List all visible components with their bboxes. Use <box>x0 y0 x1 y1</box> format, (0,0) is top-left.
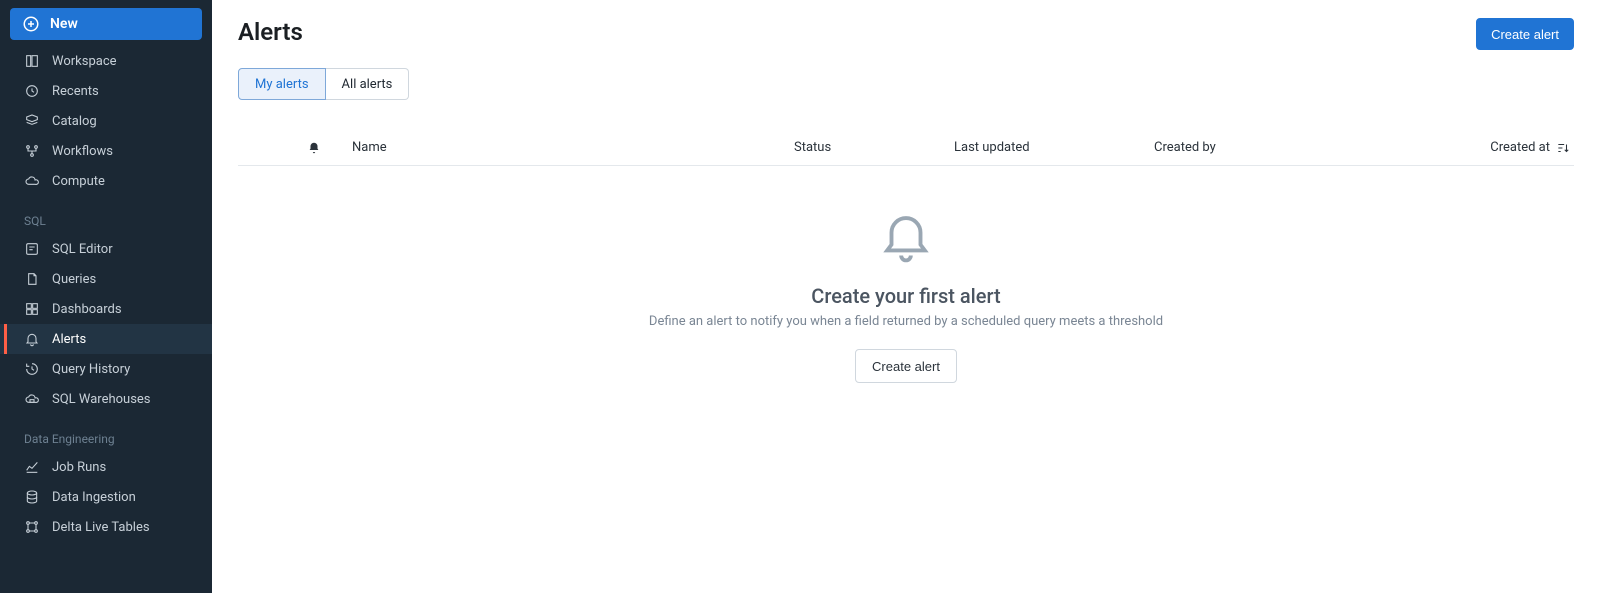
cloud-icon <box>24 173 40 189</box>
sidebar-item-label: Job Runs <box>52 460 106 475</box>
col-created-at[interactable]: Created at <box>1414 140 1574 155</box>
main-content: Alerts Create alert My alerts All alerts… <box>212 0 1600 593</box>
sidebar-item-recents[interactable]: Recents <box>0 76 212 106</box>
sidebar-item-queries[interactable]: Queries <box>0 264 212 294</box>
sidebar-item-label: Catalog <box>52 114 97 129</box>
sidebar-item-label: SQL Editor <box>52 242 113 257</box>
sidebar-item-label: Data Ingestion <box>52 490 136 505</box>
sidebar-item-sql-warehouses[interactable]: SQL Warehouses <box>0 384 212 414</box>
col-created-at-label: Created at <box>1490 140 1550 155</box>
page-title: Alerts <box>238 18 303 46</box>
workspace-icon <box>24 53 40 69</box>
sidebar-item-label: Delta Live Tables <box>52 520 150 535</box>
sidebar-item-dashboards[interactable]: Dashboards <box>0 294 212 324</box>
col-last-updated[interactable]: Last updated <box>954 140 1154 155</box>
sidebar-item-label: Queries <box>52 272 96 287</box>
create-alert-button[interactable]: Create alert <box>1476 18 1574 50</box>
new-button[interactable]: New <box>10 8 202 40</box>
sidebar-item-compute[interactable]: Compute <box>0 166 212 196</box>
sidebar-item-label: Workspace <box>52 54 117 69</box>
tab-my-alerts[interactable]: My alerts <box>238 68 326 100</box>
workflows-icon <box>24 143 40 159</box>
sidebar-item-query-history[interactable]: Query History <box>0 354 212 384</box>
empty-create-alert-button[interactable]: Create alert <box>855 349 957 383</box>
col-name[interactable]: Name <box>340 140 794 155</box>
sidebar-item-label: Compute <box>52 174 105 189</box>
new-button-label: New <box>50 16 78 32</box>
sidebar-item-sql-editor[interactable]: SQL Editor <box>0 234 212 264</box>
col-created-by[interactable]: Created by <box>1154 140 1414 155</box>
warehouse-icon <box>24 391 40 407</box>
sidebar-section-sql: SQL <box>0 196 212 234</box>
sidebar-item-workspace[interactable]: Workspace <box>0 46 212 76</box>
sidebar-item-label: Recents <box>52 84 99 99</box>
empty-subtitle: Define an alert to notify you when a fie… <box>238 314 1574 329</box>
sidebar-item-label: Dashboards <box>52 302 122 317</box>
col-status[interactable]: Status <box>794 140 954 155</box>
sidebar-item-workflows[interactable]: Workflows <box>0 136 212 166</box>
job-runs-icon <box>24 459 40 475</box>
sidebar-item-catalog[interactable]: Catalog <box>0 106 212 136</box>
sidebar: New Workspace Recents Catalog Workflows … <box>0 0 212 593</box>
sidebar-item-label: SQL Warehouses <box>52 392 151 407</box>
sidebar-item-label: Workflows <box>52 144 113 159</box>
queries-icon <box>24 271 40 287</box>
ingestion-icon <box>24 489 40 505</box>
table-header: Name Status Last updated Created by Crea… <box>238 130 1574 166</box>
bell-icon <box>877 206 935 264</box>
sidebar-item-alerts[interactable]: Alerts <box>0 324 212 354</box>
empty-title: Create your first alert <box>238 284 1574 308</box>
tab-all-alerts[interactable]: All alerts <box>326 68 410 100</box>
sidebar-item-label: Alerts <box>52 332 86 347</box>
pipeline-icon <box>24 519 40 535</box>
plus-circle-icon <box>22 15 40 33</box>
clock-icon <box>24 83 40 99</box>
sort-desc-icon <box>1556 141 1570 155</box>
sql-editor-icon <box>24 241 40 257</box>
empty-state: Create your first alert Define an alert … <box>238 206 1574 383</box>
history-icon <box>24 361 40 377</box>
catalog-icon <box>24 113 40 129</box>
dashboards-icon <box>24 301 40 317</box>
tabs: My alerts All alerts <box>238 68 1574 100</box>
sidebar-item-label: Query History <box>52 362 130 377</box>
sidebar-item-data-ingestion[interactable]: Data Ingestion <box>0 482 212 512</box>
bell-icon <box>307 141 321 155</box>
sidebar-item-delta-live-tables[interactable]: Delta Live Tables <box>0 512 212 542</box>
sidebar-item-job-runs[interactable]: Job Runs <box>0 452 212 482</box>
bell-icon <box>24 331 40 347</box>
sidebar-section-de: Data Engineering <box>0 414 212 452</box>
